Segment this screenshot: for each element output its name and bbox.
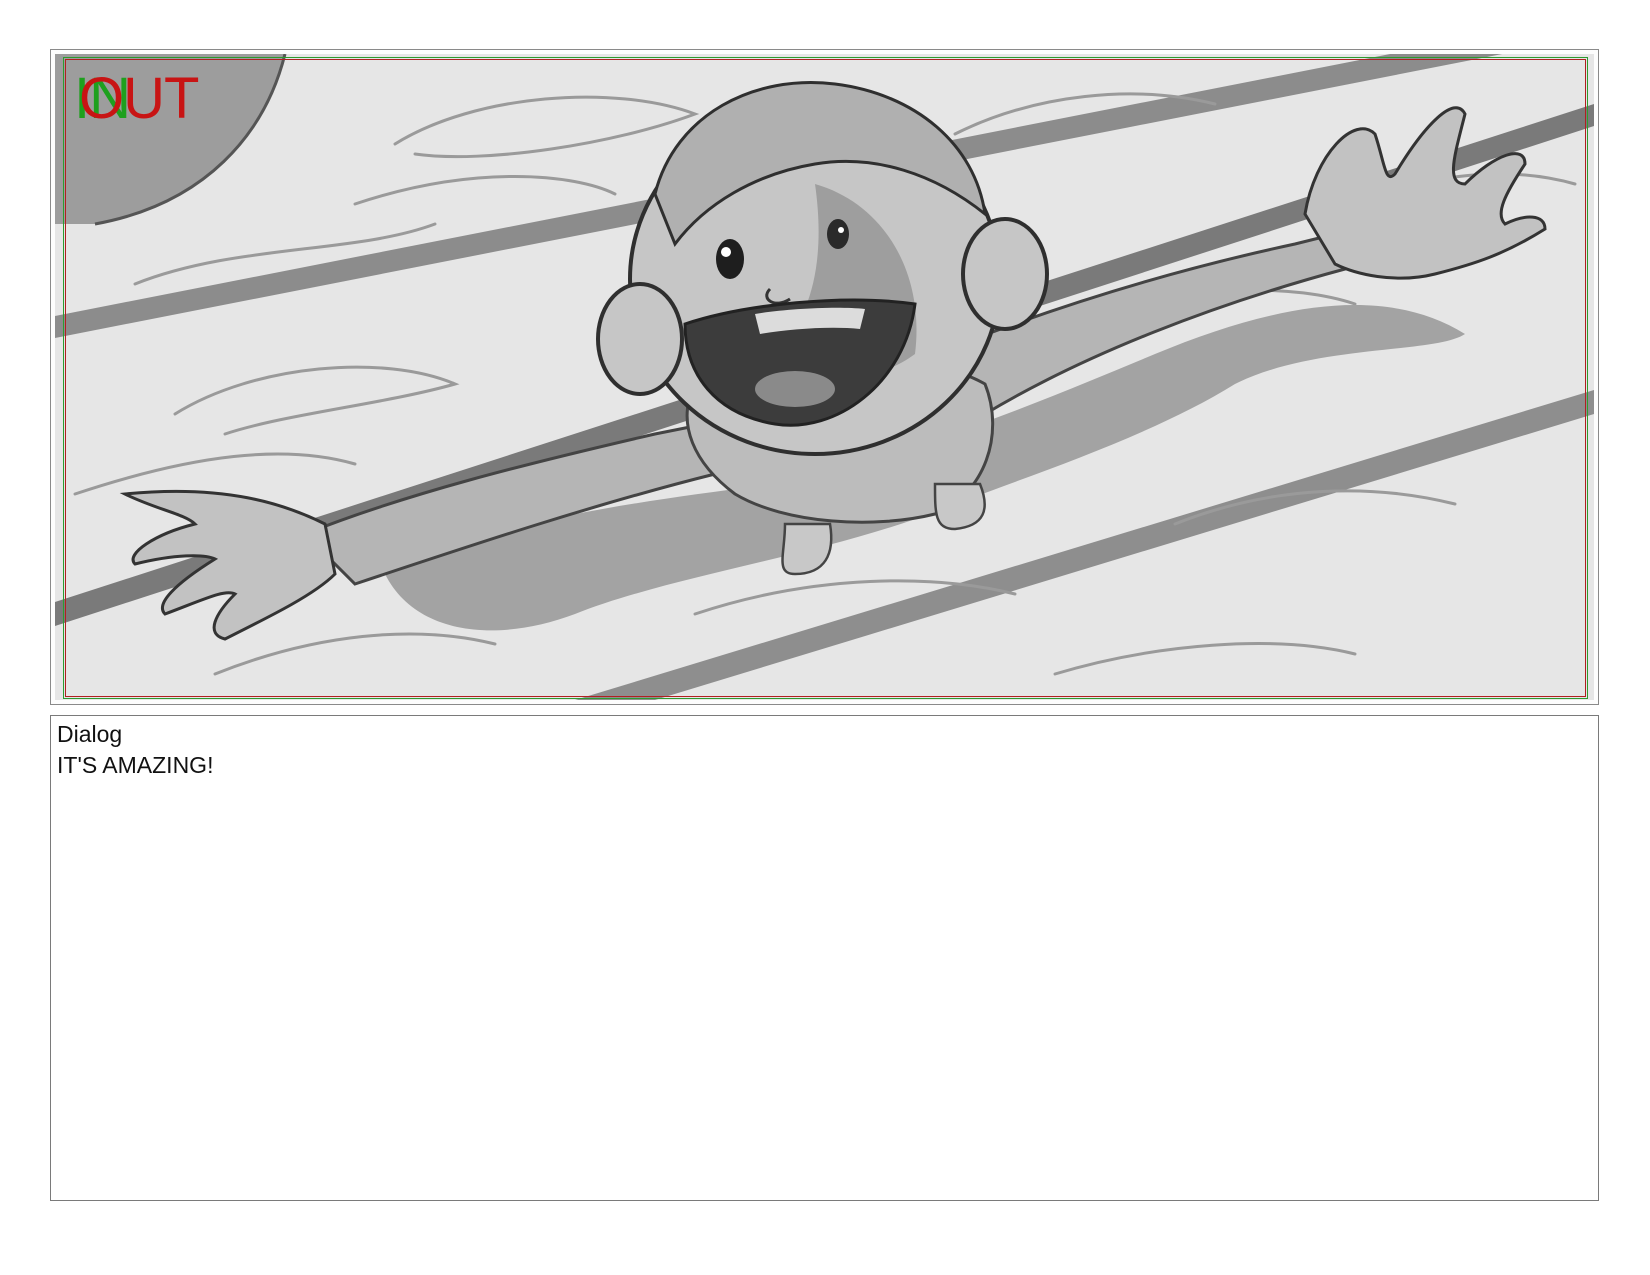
dialog-box: Dialog IT'S AMAZING! — [50, 715, 1599, 1201]
dialog-text: IT'S AMAZING! — [57, 752, 214, 778]
storyboard-panel: IN OUT — [50, 49, 1599, 705]
storyboard-sketch-image — [55, 54, 1594, 700]
dialog-label: Dialog — [57, 721, 123, 747]
